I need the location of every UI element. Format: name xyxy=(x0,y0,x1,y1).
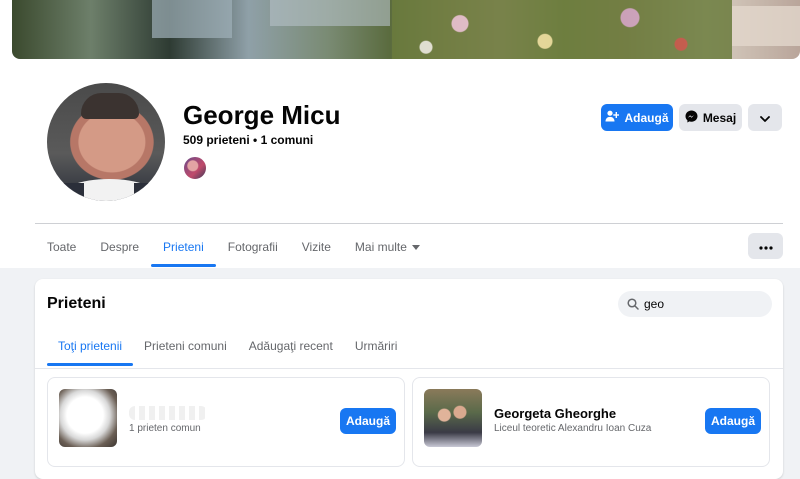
friends-card: Prieteni Toţi prietenii Prieteni comuni … xyxy=(35,279,783,479)
friend-card: Georgeta Gheorghe Liceul teoretic Alexan… xyxy=(412,377,770,467)
profile-options-dropdown[interactable] xyxy=(748,104,782,131)
caret-down-icon xyxy=(411,245,420,251)
more-options-button[interactable] xyxy=(748,233,783,259)
friend-subtitle: Liceul teoretic Alexandru Ioan Cuza xyxy=(494,423,652,434)
tab-mai-multe-label: Mai multe xyxy=(354,240,407,254)
friend-card: 1 prieten comun Adaugă xyxy=(47,377,405,467)
friends-search[interactable] xyxy=(618,291,772,317)
friends-count[interactable]: 509 prieteni • 1 comuni xyxy=(183,133,313,147)
tab-toate[interactable]: Toate xyxy=(35,229,88,265)
subtab-recently-added[interactable]: Adăugaţi recent xyxy=(238,328,344,364)
messenger-icon xyxy=(685,110,698,126)
subtab-all-friends[interactable]: Toţi prietenii xyxy=(47,328,134,366)
friends-subtabs: Toţi prietenii Prieteni comuni Adăugaţi … xyxy=(47,328,408,366)
chevron-down-icon xyxy=(760,111,770,125)
add-user-icon xyxy=(605,110,620,125)
friend-name[interactable]: Georgeta Gheorghe xyxy=(494,406,616,421)
message-label: Mesaj xyxy=(702,110,737,125)
search-icon xyxy=(626,297,640,311)
header-divider xyxy=(35,223,783,224)
profile-avatar[interactable] xyxy=(44,80,168,204)
cover-photo[interactable] xyxy=(12,0,800,59)
friend-photo[interactable] xyxy=(424,389,482,447)
redacted-name xyxy=(129,406,207,420)
profile-name: George Micu xyxy=(183,100,341,130)
tab-prieteni[interactable]: Prieteni xyxy=(151,229,216,267)
tab-vizite[interactable]: Vizite xyxy=(290,229,343,265)
friends-section-title: Prieteni xyxy=(47,295,106,312)
message-button[interactable]: Mesaj xyxy=(679,104,742,131)
tab-fotografii[interactable]: Fotografii xyxy=(216,229,290,265)
add-friend-button[interactable]: Adaugă xyxy=(601,104,673,131)
subtabs-divider xyxy=(35,368,783,369)
friend-subtitle: 1 prieten comun xyxy=(129,423,201,434)
subtab-mutual-friends[interactable]: Prieteni comuni xyxy=(133,328,238,364)
mutual-friend-avatar[interactable] xyxy=(183,156,207,180)
add-friend-button[interactable]: Adaugă xyxy=(705,408,761,434)
tab-despre[interactable]: Despre xyxy=(88,229,151,265)
tab-mai-multe[interactable]: Mai multe xyxy=(343,229,432,265)
friends-search-input[interactable] xyxy=(640,297,754,311)
add-friend-button[interactable]: Adaugă xyxy=(340,408,396,434)
subtab-following[interactable]: Urmăriri xyxy=(344,328,409,364)
ellipsis-icon xyxy=(758,239,773,253)
add-friend-label: Adaugă xyxy=(624,110,669,125)
friend-photo[interactable] xyxy=(59,389,117,447)
profile-tabs: Toate Despre Prieteni Fotografii Vizite … xyxy=(35,229,432,267)
